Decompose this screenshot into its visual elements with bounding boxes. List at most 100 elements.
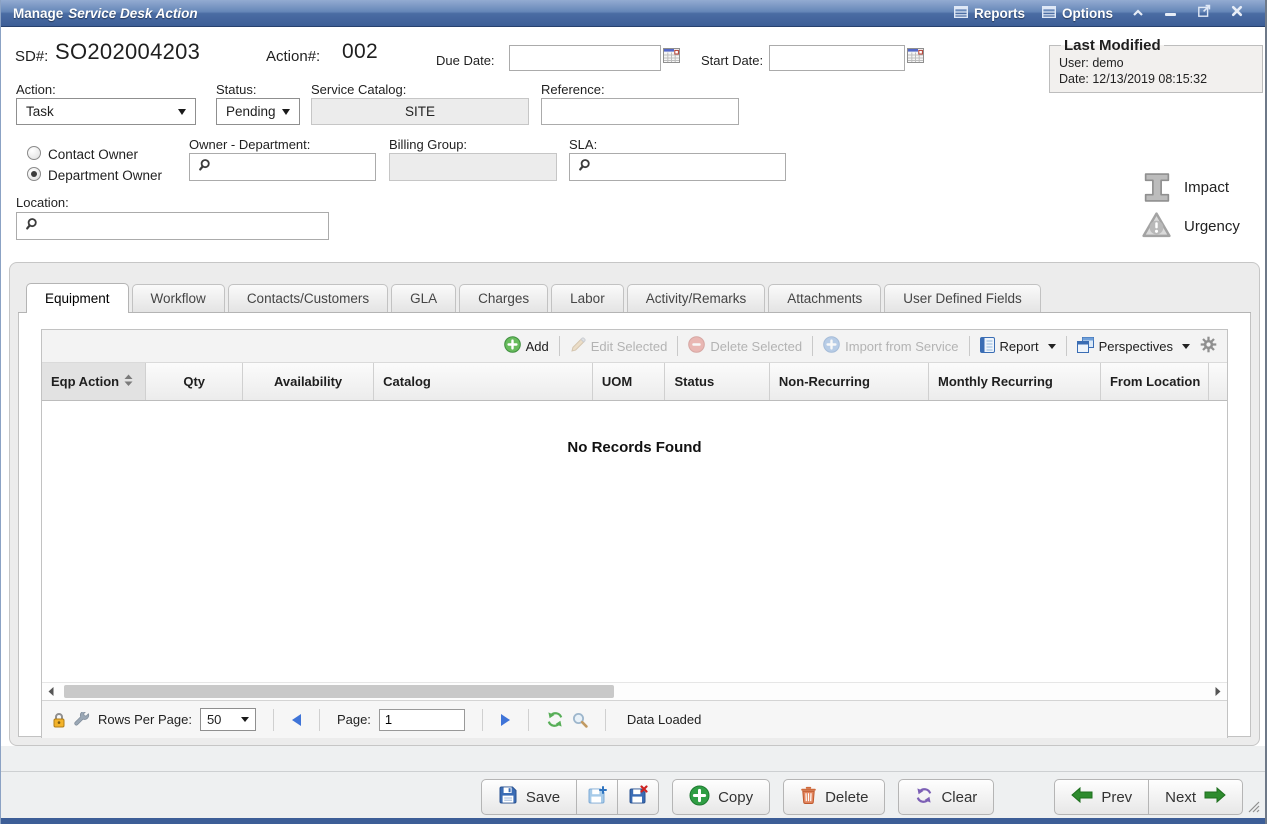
sd-number-label: SD#: — [15, 48, 48, 65]
minimize-button[interactable] — [1163, 5, 1179, 21]
service-catalog-value: SITE — [311, 98, 529, 125]
perspectives-menu-button[interactable]: Perspectives — [1077, 337, 1190, 356]
save-button[interactable]: Save — [481, 779, 577, 815]
owner-department-input[interactable] — [189, 153, 376, 181]
reference-input[interactable] — [541, 98, 739, 125]
grid-status-text: Data Loaded — [627, 712, 701, 727]
edit-selected-button[interactable]: Edit Selected — [570, 337, 668, 356]
action-select[interactable]: Task — [16, 98, 196, 125]
column-header-eqp-action[interactable]: Eqp Action — [42, 363, 146, 400]
impact-icon[interactable] — [1143, 172, 1171, 208]
window-title-prefix: Manage — [13, 6, 63, 21]
minus-circle-icon — [688, 336, 705, 356]
clear-button[interactable]: Clear — [898, 779, 994, 815]
column-header-status[interactable]: Status — [665, 363, 769, 400]
separator — [605, 709, 606, 731]
save-and-close-button[interactable] — [618, 779, 659, 815]
column-header-monthly-recurring[interactable]: Monthly Recurring — [929, 363, 1101, 400]
options-icon — [1042, 6, 1056, 21]
tab-contacts-customers[interactable]: Contacts/Customers — [228, 284, 388, 312]
chevron-up-icon — [1132, 4, 1144, 22]
scrollbar-thumb[interactable] — [64, 685, 614, 698]
column-header-filler — [1209, 363, 1227, 400]
next-button[interactable]: Next — [1149, 779, 1243, 815]
add-button[interactable]: Add — [504, 336, 549, 356]
action-number-value: 002 — [342, 40, 378, 64]
prev-button[interactable]: Prev — [1054, 779, 1149, 815]
tab-workflow[interactable]: Workflow — [132, 284, 225, 312]
start-date-input[interactable] — [769, 45, 905, 71]
column-header-availability[interactable]: Availability — [243, 363, 374, 400]
preview-search-icon[interactable] — [572, 712, 588, 728]
department-owner-label: Department Owner — [48, 168, 162, 183]
column-header-catalog[interactable]: Catalog — [374, 363, 593, 400]
column-header-qty[interactable]: Qty — [146, 363, 242, 400]
last-modified-box: Last Modified User: demo Date: 12/13/201… — [1049, 37, 1263, 93]
separator — [528, 709, 529, 731]
tab-user-defined-fields[interactable]: User Defined Fields — [884, 284, 1041, 312]
search-icon — [197, 158, 211, 177]
tab-gla[interactable]: GLA — [391, 284, 456, 312]
tab-attachments[interactable]: Attachments — [768, 284, 881, 312]
location-input[interactable] — [16, 212, 329, 240]
chevron-down-icon — [1182, 344, 1190, 349]
start-date-calendar-icon[interactable] — [907, 47, 925, 64]
wrench-icon[interactable] — [74, 712, 90, 728]
rows-per-page-select[interactable]: 50 — [200, 708, 256, 731]
delete-selected-button[interactable]: Delete Selected — [688, 336, 802, 356]
lock-icon[interactable] — [52, 712, 66, 728]
resize-handle[interactable] — [1247, 800, 1260, 818]
next-page-button[interactable] — [500, 713, 511, 727]
options-button[interactable]: Options — [1042, 6, 1113, 21]
due-date-calendar-icon[interactable] — [663, 47, 681, 64]
sort-icon — [124, 374, 133, 390]
department-owner-radio[interactable] — [27, 167, 41, 181]
sla-input[interactable] — [569, 153, 786, 181]
last-modified-date: Date: 12/13/2019 08:15:32 — [1059, 72, 1253, 86]
contact-owner-radio[interactable] — [27, 146, 41, 160]
close-icon — [1231, 4, 1243, 22]
collapse-button[interactable] — [1130, 5, 1146, 21]
urgency-icon[interactable] — [1141, 211, 1172, 244]
billing-group-label: Billing Group: — [389, 137, 467, 152]
page-number-input[interactable] — [379, 709, 465, 731]
grid-settings-button[interactable] — [1200, 336, 1217, 356]
previous-page-button[interactable] — [291, 713, 302, 727]
separator — [1066, 336, 1067, 356]
close-button[interactable] — [1229, 5, 1245, 21]
tab-charges[interactable]: Charges — [459, 284, 548, 312]
scroll-right-arrow[interactable] — [1209, 683, 1227, 700]
column-header-from-location[interactable]: From Location — [1101, 363, 1209, 400]
trash-icon — [800, 786, 817, 808]
import-from-service-button[interactable]: Import from Service — [823, 336, 958, 356]
scroll-left-arrow[interactable] — [42, 683, 60, 700]
column-header-non-recurring[interactable]: Non-Recurring — [770, 363, 929, 400]
footer-buttons: Save Copy Delete Clear — [481, 779, 1243, 815]
column-header-uom[interactable]: UOM — [593, 363, 666, 400]
status-select[interactable]: Pending — [216, 98, 300, 125]
grid-pager: Rows Per Page: 50 Page: Data Loaded — [42, 700, 1227, 738]
due-date-input[interactable] — [509, 45, 661, 71]
footer: Save Copy Delete Clear — [1, 746, 1265, 818]
refresh-icon[interactable] — [546, 711, 564, 728]
reports-button[interactable]: Reports — [954, 6, 1025, 21]
popout-button[interactable] — [1196, 5, 1212, 21]
minus-icon — [1165, 4, 1177, 22]
tab-equipment[interactable]: Equipment — [26, 283, 129, 313]
window-title-emphasis: Service Desk Action — [68, 6, 197, 21]
copy-button[interactable]: Copy — [672, 779, 770, 815]
delete-button[interactable]: Delete — [783, 779, 885, 815]
horizontal-scrollbar[interactable] — [42, 682, 1227, 700]
popout-icon — [1198, 4, 1211, 22]
tab-activity-remarks[interactable]: Activity/Remarks — [627, 284, 766, 312]
window-title: Manage Service Desk Action — [1, 6, 198, 21]
chevron-down-icon — [178, 109, 186, 115]
tab-labor[interactable]: Labor — [551, 284, 624, 312]
report-menu-button[interactable]: Report — [980, 337, 1056, 356]
save-and-new-button[interactable] — [577, 779, 618, 815]
chevron-down-icon — [1048, 344, 1056, 349]
titlebar: Manage Service Desk Action Reports Option… — [1, 0, 1265, 27]
contact-owner-label: Contact Owner — [48, 147, 138, 162]
separator — [319, 709, 320, 731]
separator — [482, 709, 483, 731]
